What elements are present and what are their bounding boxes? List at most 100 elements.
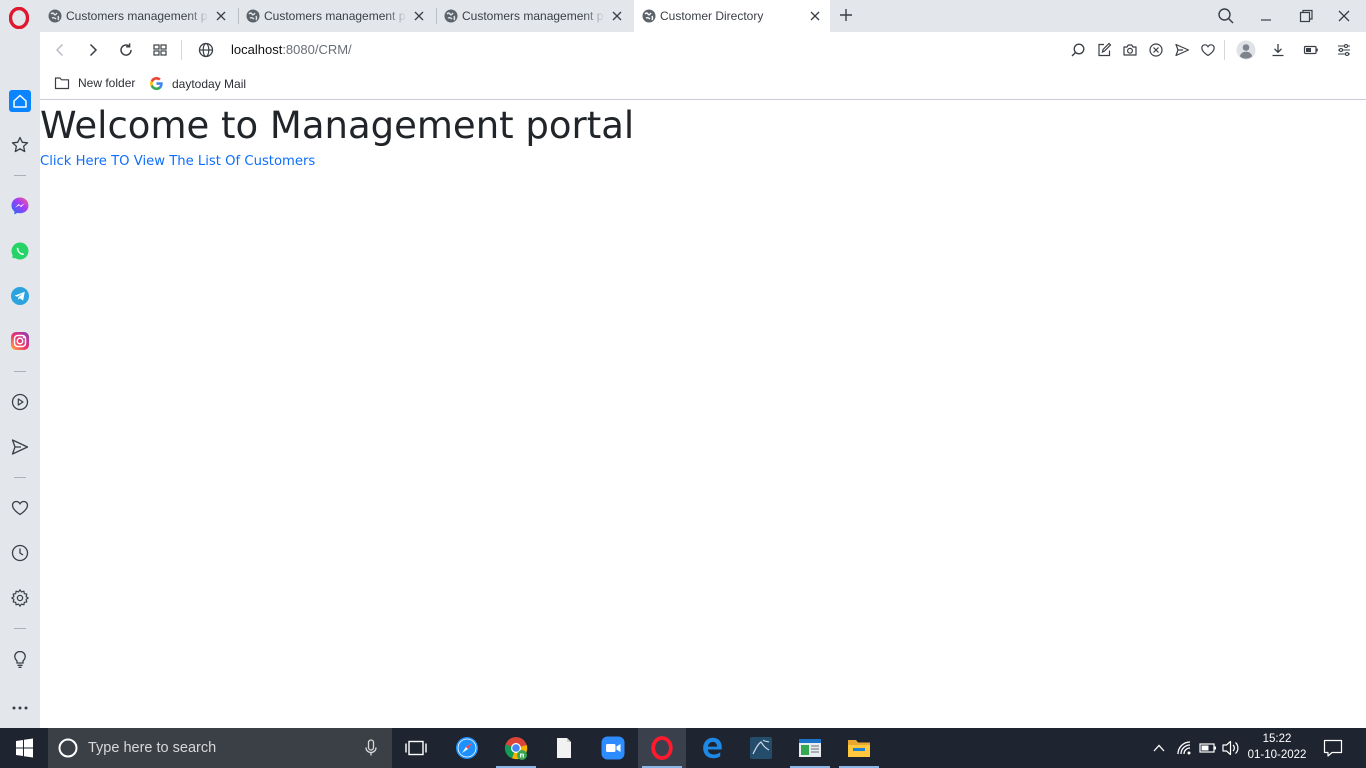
task-view-button[interactable] [392, 728, 440, 768]
bookmark-daytoday-mail[interactable]: daytoday Mail [149, 76, 246, 91]
opera-icon [651, 736, 673, 760]
page-heading: Welcome to Management portal [40, 104, 635, 147]
bookmark-label: New folder [78, 76, 136, 90]
battery-saver-icon[interactable] [1303, 42, 1319, 58]
volume-speaker-icon[interactable] [1220, 728, 1242, 768]
search-placeholder: Type here to search [88, 740, 217, 756]
app-window-icon [799, 739, 821, 757]
globe-icon [246, 9, 260, 23]
compass-browser-icon [456, 737, 478, 759]
search-page-icon[interactable] [1070, 42, 1086, 58]
tab-title: Customer Directory [660, 9, 764, 23]
reload-icon[interactable] [117, 41, 135, 59]
globe-icon [444, 9, 458, 23]
task-view-icon [405, 740, 427, 756]
home-icon[interactable] [9, 90, 31, 112]
forward-icon[interactable] [84, 41, 102, 59]
minimize-icon[interactable] [1256, 6, 1276, 26]
url-host: localhost [231, 42, 283, 57]
search-tabs-icon[interactable] [1216, 6, 1236, 26]
edge-icon [703, 737, 722, 759]
messenger-icon[interactable] [10, 196, 30, 216]
zoom-video-icon [601, 736, 625, 760]
tabs-grid-icon[interactable] [151, 41, 169, 59]
taskbar-app-zoom[interactable] [589, 728, 637, 768]
file-explorer-folder-icon [848, 740, 870, 757]
whatsapp-icon[interactable] [10, 241, 30, 261]
restore-icon[interactable] [1296, 6, 1316, 26]
site-info-globe-icon[interactable] [197, 41, 215, 59]
url-field[interactable]: localhost:8080/CRM/ [231, 42, 352, 57]
taskbar-app-notepad[interactable] [540, 728, 588, 768]
close-tab-icon[interactable] [610, 9, 624, 23]
address-toolbar: localhost:8080/CRM/ [40, 32, 1366, 68]
taskbar-app-chrome[interactable]: n [492, 728, 540, 768]
easy-setup-icon[interactable] [1336, 42, 1352, 58]
document-icon [557, 738, 571, 758]
taskbar-app-file-explorer[interactable] [835, 728, 883, 768]
taskbar-app-edge[interactable] [688, 728, 736, 768]
close-tab-icon[interactable] [214, 9, 228, 23]
tab-strip: Customers management p Customers managem… [0, 0, 1366, 32]
close-tab-icon[interactable] [808, 9, 822, 23]
notifications-icon[interactable] [1320, 728, 1346, 768]
snapshot-camera-icon[interactable] [1122, 42, 1138, 58]
globe-icon [642, 9, 656, 23]
lightbulb-icon[interactable] [10, 649, 30, 669]
taskbar-app-opera[interactable] [638, 728, 686, 768]
ad-block-icon[interactable] [1148, 42, 1164, 58]
google-icon [150, 76, 163, 91]
close-tab-icon[interactable] [412, 9, 426, 23]
bookmarks-bar: New folder daytoday Mail [40, 68, 1366, 100]
player-icon[interactable] [10, 392, 30, 412]
download-icon[interactable] [1270, 42, 1286, 58]
bookmarks-heart-icon[interactable] [10, 498, 30, 518]
close-window-icon[interactable] [1334, 6, 1354, 26]
svg-text:n: n [520, 752, 525, 760]
history-clock-icon[interactable] [10, 543, 30, 563]
cortana-circle-icon [58, 738, 78, 758]
tab-1[interactable]: Customers management p [40, 0, 236, 32]
settings-gear-icon[interactable] [10, 588, 30, 608]
opera-sidebar [0, 32, 40, 728]
show-hidden-icons-chevron-icon[interactable] [1150, 728, 1168, 768]
view-customers-link[interactable]: Click Here TO View The List Of Customers [40, 154, 315, 169]
more-dots-icon[interactable] [10, 698, 30, 718]
mysql-workbench-icon [750, 737, 772, 759]
flow-send-icon[interactable] [10, 437, 30, 457]
new-tab-icon[interactable] [838, 7, 854, 23]
edit-pen-icon[interactable] [1096, 42, 1112, 58]
back-icon[interactable] [51, 41, 69, 59]
globe-icon [48, 9, 62, 23]
telegram-icon[interactable] [10, 286, 30, 306]
taskbar-app-window[interactable] [786, 728, 834, 768]
web-page: Welcome to Management portal Click Here … [40, 101, 1366, 728]
tab-title: Customers management p [264, 9, 406, 23]
speed-dial-icon[interactable] [10, 135, 30, 155]
tab-3[interactable]: Customers management p [436, 0, 632, 32]
tab-4-active[interactable]: Customer Directory [634, 0, 830, 32]
microphone-icon[interactable] [364, 739, 378, 757]
instagram-icon[interactable] [10, 331, 30, 351]
wifi-icon[interactable] [1174, 728, 1194, 768]
clock-time: 15:22 [1262, 733, 1292, 745]
tab-title: Customers management p [66, 9, 208, 23]
opera-logo-icon[interactable] [9, 7, 29, 29]
taskbar-app-safari[interactable] [443, 728, 491, 768]
windows-taskbar: Type here to search n 15:22 01-10-2022 [0, 728, 1366, 768]
bookmark-new-folder[interactable]: New folder [54, 76, 135, 90]
tab-2[interactable]: Customers management p [238, 0, 434, 32]
bookmark-label: daytoday Mail [172, 76, 247, 91]
windows-start-icon[interactable] [0, 728, 48, 768]
battery-icon[interactable] [1198, 728, 1218, 768]
clock-date: 01-10-2022 [1247, 749, 1307, 761]
system-clock[interactable]: 15:22 01-10-2022 [1244, 731, 1310, 763]
bookmark-heart-icon[interactable] [1200, 42, 1216, 58]
taskbar-app-mysql-workbench[interactable] [737, 728, 785, 768]
taskbar-search[interactable]: Type here to search [48, 728, 392, 768]
tab-title: Customers management p [462, 9, 604, 23]
chrome-icon: n [504, 737, 528, 760]
folder-icon [54, 77, 70, 90]
send-flow-icon[interactable] [1174, 42, 1190, 58]
profile-avatar-icon[interactable] [1236, 40, 1256, 60]
